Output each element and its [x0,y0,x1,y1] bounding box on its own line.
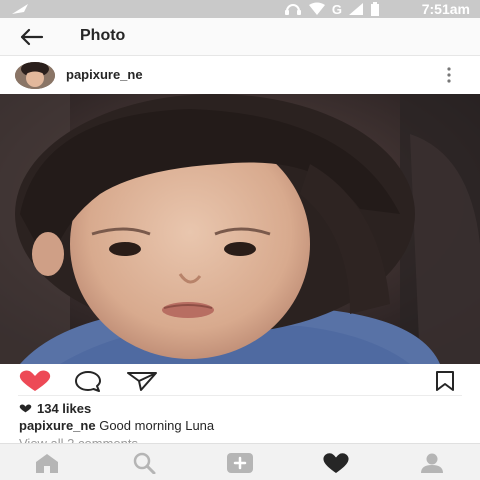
page-title: Photo [80,27,126,44]
caption-text: Good morning Luna [99,418,215,433]
battery-icon [371,2,379,16]
status-icons: G [284,1,380,17]
app-bar: Photo [0,18,480,56]
arrow-left-icon[interactable] [18,27,44,47]
post-actions [0,364,480,396]
bookmark-icon[interactable] [434,370,456,392]
status-bar: G 7:51am [0,0,480,18]
post-username[interactable]: papixure_ne [66,67,143,82]
divider [18,395,462,396]
signal-icon [349,3,363,15]
likes-count[interactable]: 134 likes [19,401,91,416]
search-icon[interactable] [130,452,158,474]
post-header: papixure_ne [0,56,480,94]
likes-heart-icon [19,404,32,413]
avatar[interactable] [15,62,55,89]
add-icon[interactable] [226,452,254,474]
share-icon[interactable] [126,370,158,392]
notification-arrow-icon [12,4,28,14]
network-type-label: G [331,1,342,17]
more-options-icon[interactable] [446,66,452,84]
post-photo[interactable] [0,94,480,364]
profile-icon[interactable] [418,452,446,474]
activity-heart-icon[interactable] [322,452,350,474]
like-heart-icon[interactable] [18,370,52,392]
likes-label: 134 likes [37,401,92,416]
caption: papixure_ne Good morning Luna [19,418,214,433]
status-time: 7:51am [421,1,470,17]
photo-child [0,94,480,364]
caption-username[interactable]: papixure_ne [19,418,96,433]
comment-icon[interactable] [74,370,102,392]
home-icon[interactable] [33,452,61,474]
headset-icon [284,4,301,15]
tab-bar [0,443,480,480]
wifi-icon [308,2,325,15]
